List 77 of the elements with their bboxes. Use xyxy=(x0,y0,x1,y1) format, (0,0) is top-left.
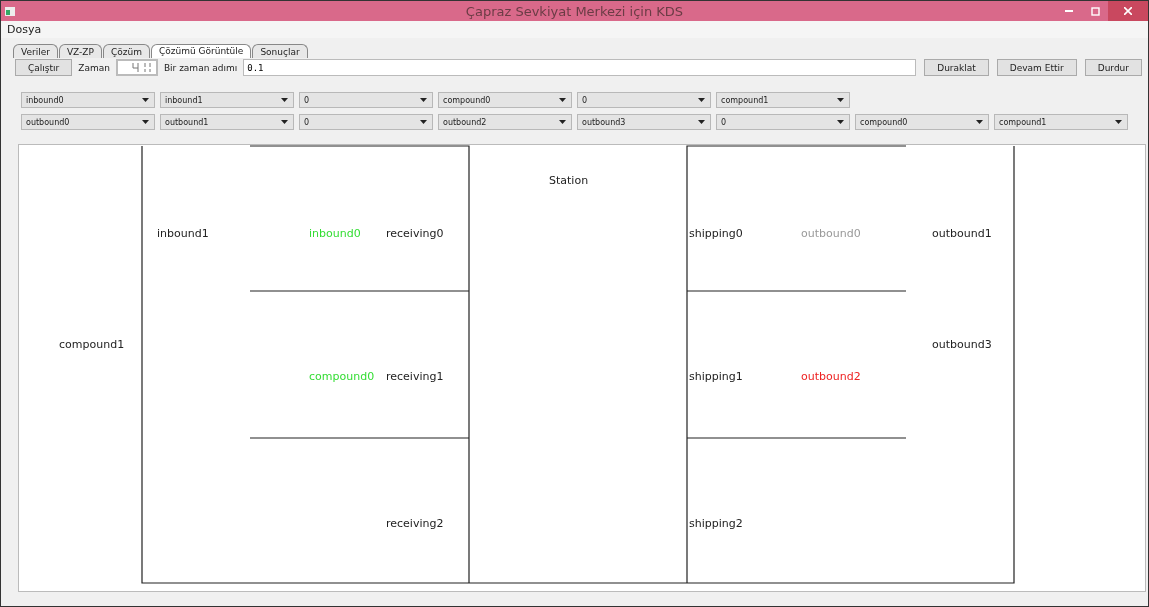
dropdown[interactable]: compound0 xyxy=(438,92,572,108)
dropdown-value: outbound3 xyxy=(582,117,626,127)
menu-item[interactable]: Dosya xyxy=(7,23,42,36)
dropdown-value: 0 xyxy=(582,95,588,105)
dropdown[interactable]: outbound1 xyxy=(160,114,294,130)
caret-icon xyxy=(559,98,566,102)
tab[interactable]: Sonuçlar xyxy=(252,44,308,58)
dropdown[interactable]: compound0 xyxy=(855,114,989,130)
dropdown-value: inbound0 xyxy=(26,95,64,105)
dropdown[interactable]: outbound3 xyxy=(577,114,711,130)
caret-icon xyxy=(559,120,566,124)
dropdown[interactable]: compound1 xyxy=(716,92,850,108)
caret-icon xyxy=(698,120,705,124)
area-label: outbound1 xyxy=(932,227,992,240)
caret-icon xyxy=(420,120,427,124)
minimize-icon xyxy=(1065,10,1073,12)
dropdown-value: 0 xyxy=(304,117,310,127)
dropdown-value: compound1 xyxy=(721,95,769,105)
station-label: Station xyxy=(549,174,589,187)
window-title: Çapraz Sevkiyat Merkezi için KDS xyxy=(465,3,684,19)
dropdown-value: 0 xyxy=(721,117,727,127)
caret-icon xyxy=(837,98,844,102)
tab[interactable]: Çözümü Görüntüle xyxy=(150,44,252,58)
toolbar-button[interactable]: Durdur xyxy=(1084,59,1142,76)
door-label: receiving1 xyxy=(386,370,444,383)
toolbar-button[interactable]: Devam Ettir xyxy=(996,59,1077,76)
dropdown-value: inbound1 xyxy=(165,95,203,105)
caret-icon xyxy=(142,120,149,124)
lcd-display xyxy=(115,59,158,76)
dropdown[interactable]: inbound0 xyxy=(21,92,155,108)
caret-icon xyxy=(976,120,983,124)
caret-icon xyxy=(420,98,427,102)
door-label: shipping2 xyxy=(689,517,743,530)
tab[interactable]: VZ-ZP xyxy=(58,44,102,58)
truck-label: inbound0 xyxy=(309,227,361,240)
caret-icon xyxy=(281,98,288,102)
area-label: compound1 xyxy=(59,338,125,351)
dropdown[interactable]: outbound0 xyxy=(21,114,155,130)
toolbar-button[interactable]: Duraklat xyxy=(924,59,989,76)
caret-icon xyxy=(142,98,149,102)
dropdown[interactable]: 0 xyxy=(299,92,433,108)
area-label: inbound1 xyxy=(157,227,209,240)
dropdown-value: outbound2 xyxy=(443,117,487,127)
dropdown-value: compound1 xyxy=(999,117,1047,127)
area-label: outbound3 xyxy=(932,338,992,351)
dropdown-value: outbound0 xyxy=(26,117,70,127)
dropdown[interactable]: 0 xyxy=(716,114,850,130)
maximize-icon xyxy=(1090,6,1100,16)
app-icon xyxy=(5,6,15,16)
run-button[interactable]: Çalıştır xyxy=(15,59,73,76)
step-input[interactable]: 0.1 xyxy=(243,59,917,76)
truck-label: outbound2 xyxy=(801,370,861,383)
truck-label: outbound0 xyxy=(801,227,861,240)
dropdown[interactable]: inbound1 xyxy=(160,92,294,108)
dropdown[interactable]: 0 xyxy=(299,114,433,130)
dropdown-value: compound0 xyxy=(860,117,908,127)
truck-label: compound0 xyxy=(309,370,375,383)
door-label: receiving2 xyxy=(386,517,444,530)
close-button[interactable] xyxy=(1108,1,1148,21)
dropdown-value: compound0 xyxy=(443,95,491,105)
step-label: Bir zaman adımı xyxy=(163,62,238,73)
time-label: Zaman xyxy=(78,62,110,73)
close-icon xyxy=(1124,7,1132,15)
door-label: shipping1 xyxy=(689,370,743,383)
door-label: receiving0 xyxy=(386,227,444,240)
tab[interactable]: Veriler xyxy=(13,44,58,58)
dropdown[interactable]: outbound2 xyxy=(438,114,572,130)
caret-icon xyxy=(837,120,844,124)
door-label: shipping0 xyxy=(689,227,743,240)
dropdown-value: outbound1 xyxy=(165,117,209,127)
dropdown[interactable]: 0 xyxy=(577,92,711,108)
caret-icon xyxy=(281,120,288,124)
dropdown[interactable]: compound1 xyxy=(994,114,1128,130)
caret-icon xyxy=(1115,120,1122,124)
caret-icon xyxy=(698,98,705,102)
tab[interactable]: Çözüm xyxy=(102,44,150,58)
dropdown-value: 0 xyxy=(304,95,310,105)
